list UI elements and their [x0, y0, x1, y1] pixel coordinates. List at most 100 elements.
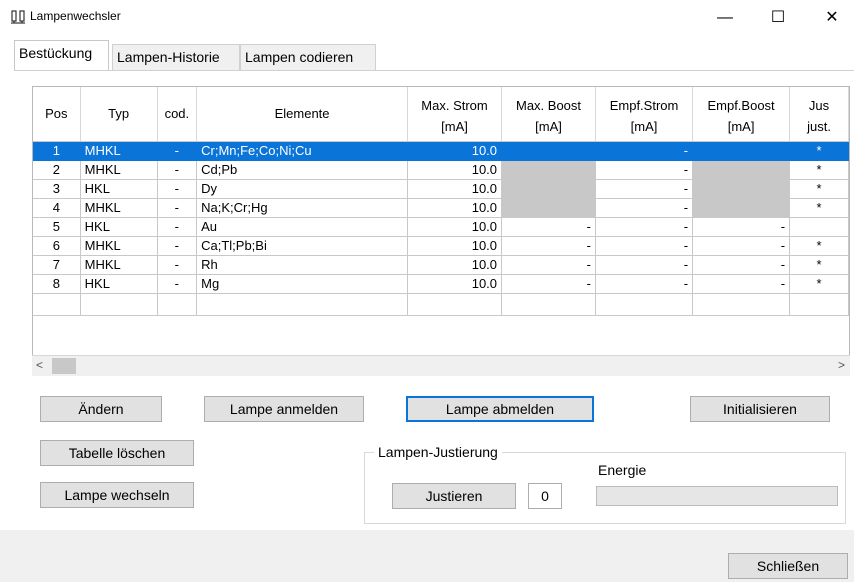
empty-cell: [196, 293, 409, 316]
cell-elemente: Dy: [196, 179, 409, 199]
maximize-icon[interactable]: ☐: [758, 6, 798, 30]
cell-pos: 2: [33, 160, 81, 180]
close-icon[interactable]: ✕: [812, 6, 852, 30]
cell-empf-boost: -: [692, 255, 791, 275]
empty-cell: [692, 293, 791, 316]
cell-max-strom: 10.0: [407, 160, 503, 180]
col-header-typ[interactable]: Typ: [80, 87, 158, 142]
table-row-empty[interactable]: [33, 293, 849, 316]
cell-just: [789, 217, 849, 237]
cell-empf-boost: -: [692, 236, 791, 256]
cell-empf-boost: [692, 160, 791, 180]
col-header-max-boost[interactable]: Max. Boost: [501, 87, 596, 113]
cell-empf-boost: [692, 198, 791, 218]
table-row[interactable]: 3 HKL - Dy 10.0 - *: [33, 179, 849, 199]
tab-lampen-historie[interactable]: Lampen-Historie: [112, 44, 240, 70]
col-header-max-strom[interactable]: Max. Strom: [407, 87, 503, 113]
cell-max-strom: 10.0: [407, 274, 503, 294]
cell-elemente: Mg: [196, 274, 409, 294]
scroll-right-icon[interactable]: >: [838, 358, 845, 372]
cell-max-strom: 10.0: [407, 141, 503, 161]
scroll-left-icon[interactable]: <: [36, 358, 43, 372]
cell-max-boost: -: [501, 217, 596, 237]
cell-cod: -: [157, 198, 198, 218]
cell-max-boost: [501, 141, 596, 161]
tabelle-loeschen-button[interactable]: Tabelle löschen: [40, 440, 194, 466]
horizontal-scrollbar[interactable]: < >: [32, 355, 850, 376]
cell-typ: MHKL: [80, 236, 158, 256]
cell-pos: 6: [33, 236, 81, 256]
table-row[interactable]: 2 MHKL - Cd;Pb 10.0 - *: [33, 160, 849, 180]
lamp-grid: Pos Typ cod. Elemente Max. Strom Max. Bo…: [33, 87, 849, 316]
cell-max-boost: -: [501, 236, 596, 256]
col-header-elemente[interactable]: Elemente: [196, 87, 409, 142]
table-row[interactable]: 8 HKL - Mg 10.0 - - - *: [33, 274, 849, 294]
cell-empf-strom: -: [595, 217, 694, 237]
cell-empf-strom: -: [595, 236, 694, 256]
aendern-button[interactable]: Ändern: [40, 396, 162, 422]
cell-typ: MHKL: [80, 198, 158, 218]
cell-empf-boost: [692, 179, 791, 199]
scroll-thumb[interactable]: [52, 358, 76, 374]
cell-empf-strom: -: [595, 255, 694, 275]
cell-cod: -: [157, 179, 198, 199]
lamp-table[interactable]: Pos Typ cod. Elemente Max. Strom Max. Bo…: [32, 86, 850, 376]
cell-just: *: [789, 179, 849, 199]
tab-strip: Bestückung Lampen-Historie Lampen codier…: [0, 40, 854, 70]
cell-max-boost: [501, 198, 596, 218]
cell-elemente: Rh: [196, 255, 409, 275]
cell-pos: 8: [33, 274, 81, 294]
cell-typ: MHKL: [80, 160, 158, 180]
cell-typ: HKL: [80, 217, 158, 237]
cell-just: *: [789, 160, 849, 180]
bottom-bar: [0, 530, 854, 582]
cell-pos: 5: [33, 217, 81, 237]
tab-lampen-codieren[interactable]: Lampen codieren: [240, 44, 376, 70]
cell-cod: -: [157, 141, 198, 161]
cell-typ: MHKL: [80, 141, 158, 161]
empty-cell: [595, 293, 694, 316]
tab-bestueckung[interactable]: Bestückung: [14, 40, 109, 70]
minimize-icon[interactable]: —: [705, 6, 745, 30]
cell-typ: HKL: [80, 274, 158, 294]
cell-cod: -: [157, 160, 198, 180]
table-row[interactable]: 6 MHKL - Ca;Tl;Pb;Bi 10.0 - - - *: [33, 236, 849, 256]
table-row[interactable]: 4 MHKL - Na;K;Cr;Hg 10.0 - *: [33, 198, 849, 218]
cell-empf-strom: -: [595, 274, 694, 294]
cell-pos: 4: [33, 198, 81, 218]
cell-pos: 3: [33, 179, 81, 199]
cell-typ: HKL: [80, 179, 158, 199]
col-header-jus[interactable]: Jus: [789, 87, 849, 113]
cell-max-boost: [501, 160, 596, 180]
unit-empf-boost: [mA]: [692, 113, 791, 142]
table-row[interactable]: 1 MHKL - Cr;Mn;Fe;Co;Ni;Cu 10.0 - *: [33, 141, 849, 161]
cell-empf-strom: -: [595, 160, 694, 180]
empty-cell: [80, 293, 158, 316]
empty-cell: [407, 293, 503, 316]
cell-just: *: [789, 198, 849, 218]
justierung-value: 0: [528, 483, 562, 509]
cell-cod: -: [157, 255, 198, 275]
energie-progress-bar: [596, 486, 838, 506]
schliessen-button[interactable]: Schließen: [728, 553, 848, 579]
unit-just: just.: [789, 113, 849, 142]
empty-cell: [157, 293, 198, 316]
cell-just: *: [789, 236, 849, 256]
lampe-wechseln-button[interactable]: Lampe wechseln: [40, 482, 194, 508]
col-header-empf-strom[interactable]: Empf.Strom: [595, 87, 694, 113]
col-header-pos[interactable]: Pos: [33, 87, 81, 142]
cell-max-strom: 10.0: [407, 217, 503, 237]
cell-elemente: Cr;Mn;Fe;Co;Ni;Cu: [196, 141, 409, 161]
cell-empf-boost: -: [692, 217, 791, 237]
cell-elemente: Na;K;Cr;Hg: [196, 198, 409, 218]
table-row[interactable]: 5 HKL - Au 10.0 - - -: [33, 217, 849, 237]
col-header-empf-boost[interactable]: Empf.Boost: [692, 87, 791, 113]
initialisieren-button[interactable]: Initialisieren: [690, 396, 830, 422]
col-header-cod[interactable]: cod.: [157, 87, 198, 142]
cell-elemente: Cd;Pb: [196, 160, 409, 180]
app-icon: [11, 10, 25, 24]
table-row[interactable]: 7 MHKL - Rh 10.0 - - - *: [33, 255, 849, 275]
lampe-abmelden-button[interactable]: Lampe abmelden: [406, 396, 594, 422]
justieren-button[interactable]: Justieren: [392, 483, 516, 509]
lampe-anmelden-button[interactable]: Lampe anmelden: [204, 396, 364, 422]
